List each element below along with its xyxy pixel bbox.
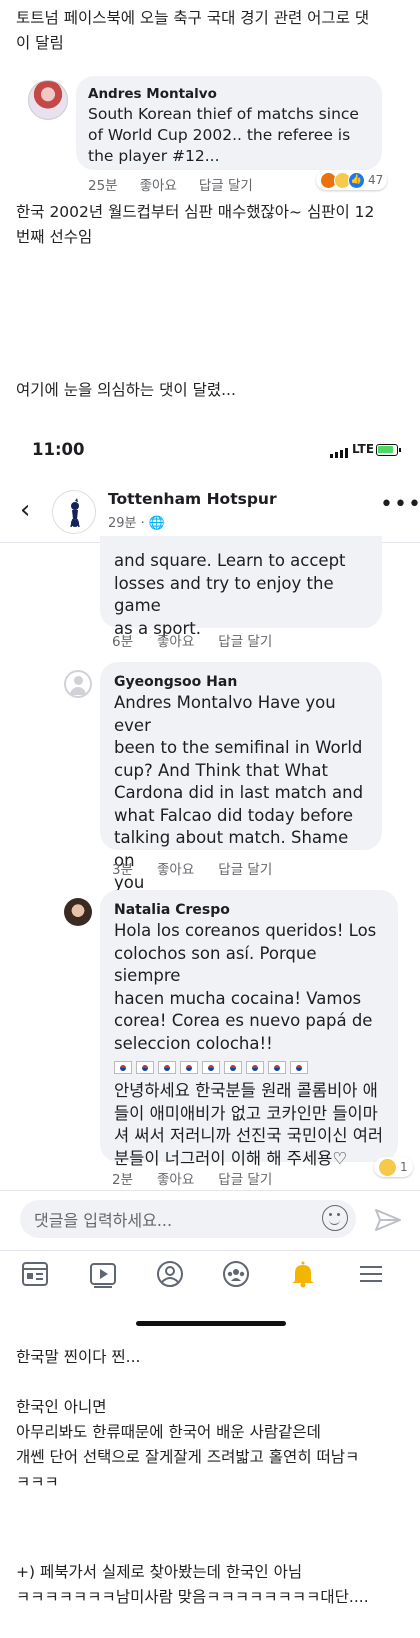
like-link[interactable]: 좋아요 bbox=[140, 174, 177, 194]
korea-flag-icon bbox=[158, 1061, 176, 1074]
comment-input[interactable]: 댓글을 입력하세요... bbox=[20, 1200, 356, 1238]
reaction-count: 47 bbox=[368, 173, 384, 187]
comment-bubble: Andres Montalvo South Korean thief of ma… bbox=[76, 76, 382, 170]
comment-meta: 6분 좋아요 답글 달기 bbox=[112, 630, 272, 650]
reaction-summary[interactable]: 1 bbox=[374, 1157, 413, 1177]
avatar[interactable] bbox=[64, 898, 92, 926]
comment-meta: 2분 좋아요 답글 달기 bbox=[112, 1168, 272, 1188]
like-reaction-icon: 👍 bbox=[348, 171, 365, 189]
korea-flag-icon bbox=[290, 1061, 308, 1074]
avatar[interactable] bbox=[64, 670, 92, 698]
clock: 11:00 bbox=[32, 440, 85, 459]
tab-bar bbox=[0, 1250, 420, 1298]
reaction-count: 1 bbox=[400, 1160, 408, 1174]
network-label: LTE bbox=[352, 442, 375, 456]
emoji-icon[interactable] bbox=[322, 1205, 348, 1231]
post-outro-2: 한국인 아니면 아무리봐도 한류때문에 한국어 배운 사람같은데 개쎈 단어 선… bbox=[16, 1398, 360, 1491]
avatar[interactable] bbox=[28, 80, 68, 120]
comment-bubble: Natalia Crespo Hola los coreanos querido… bbox=[100, 890, 398, 1168]
back-arrow-icon[interactable]: ‹ bbox=[20, 497, 30, 523]
commenter-name[interactable]: Gyeongsoo Han bbox=[114, 672, 368, 692]
post-doubt: 여기에 눈을 의심하는 댓이 달렸... bbox=[16, 381, 236, 399]
news-feed-icon[interactable] bbox=[20, 1259, 50, 1289]
comment-body: Hola los coreanos queridos! Los colochos… bbox=[114, 921, 377, 1053]
notifications-icon[interactable] bbox=[288, 1259, 318, 1289]
comment-time: 6분 bbox=[112, 634, 134, 650]
reaction-summary[interactable]: 👍 47 bbox=[316, 170, 388, 190]
groups-icon[interactable] bbox=[221, 1259, 251, 1289]
divider bbox=[0, 1190, 420, 1191]
korea-flag-icon bbox=[114, 1061, 132, 1074]
comment-body: and square. Learn to accept losses and t… bbox=[114, 551, 346, 638]
korea-flag-icon bbox=[268, 1061, 286, 1074]
menu-icon[interactable] bbox=[356, 1259, 386, 1289]
commenter-name[interactable]: Natalia Crespo bbox=[114, 900, 384, 920]
reply-link[interactable]: 답글 달기 bbox=[218, 1168, 272, 1188]
status-bar: 11:00 LTE bbox=[0, 440, 420, 470]
comment-bubble: Gyeongsoo Han Andres Montalvo Have you e… bbox=[100, 662, 382, 892]
battery-icon bbox=[376, 444, 401, 456]
post-intro: 토트넘 페이스북에 오늘 축구 국대 경기 관련 어그로 댓 이 달림 bbox=[16, 9, 370, 52]
page-header: ‹ Tottenham Hotspur 29분 · 🌐 ••• bbox=[0, 478, 420, 542]
comment-time: 3분 bbox=[112, 862, 134, 878]
korea-flag-icon bbox=[246, 1061, 264, 1074]
haha-reaction-icon bbox=[379, 1158, 396, 1176]
comment-meta: 25분 좋아요 답글 달기 bbox=[88, 174, 253, 194]
korea-flag-icon bbox=[224, 1061, 242, 1074]
reply-link[interactable]: 답글 달기 bbox=[218, 858, 272, 878]
more-options-icon[interactable]: ••• bbox=[380, 492, 420, 517]
page-avatar[interactable] bbox=[52, 490, 96, 534]
commenter-name[interactable]: Andres Montalvo bbox=[88, 86, 370, 102]
reply-link[interactable]: 답글 달기 bbox=[218, 630, 272, 650]
korea-flag-icon bbox=[180, 1061, 198, 1074]
comment-meta: 3분 좋아요 답글 달기 bbox=[112, 858, 272, 878]
flag-row bbox=[114, 1057, 384, 1076]
korea-flag-icon bbox=[136, 1061, 154, 1074]
like-link[interactable]: 좋아요 bbox=[157, 1168, 194, 1188]
post-time: 29분 · 🌐 bbox=[108, 516, 166, 531]
profile-icon[interactable] bbox=[155, 1259, 185, 1289]
watch-icon[interactable] bbox=[88, 1259, 118, 1289]
post-outro-1: 한국말 찐이다 찐... bbox=[16, 1348, 141, 1366]
page-name[interactable]: Tottenham Hotspur bbox=[108, 490, 277, 508]
cockerel-logo-icon bbox=[70, 498, 80, 528]
comment-body-korean: 안녕하세요 한국분들 원래 콜롬비아 애 들이 애미애비가 없고 코카인만 들이… bbox=[114, 1081, 384, 1168]
comment-input-placeholder: 댓글을 입력하세요... bbox=[34, 1211, 173, 1230]
comment-time: 2분 bbox=[112, 1172, 134, 1188]
like-link[interactable]: 좋아요 bbox=[157, 630, 194, 650]
korea-flag-icon bbox=[202, 1061, 220, 1074]
signal-icon bbox=[330, 446, 348, 458]
comment-time: 25분 bbox=[88, 178, 118, 194]
comment-bubble: and square. Learn to accept losses and t… bbox=[100, 536, 382, 638]
reply-link[interactable]: 답글 달기 bbox=[199, 174, 253, 194]
send-icon[interactable] bbox=[374, 1208, 402, 1232]
like-link[interactable]: 좋아요 bbox=[157, 858, 194, 878]
comment-body: South Korean thief of matchs since of Wo… bbox=[88, 105, 359, 165]
post-outro-3: +) 페북가서 실제로 찾아봤는데 한국인 아님 ㅋㅋㅋㅋㅋㅋㅋ남미사람 맞음ㅋ… bbox=[16, 1563, 369, 1606]
home-indicator bbox=[136, 1321, 286, 1326]
post-translation: 한국 2002년 월드컵부터 심판 매수했잖아~ 심판이 12 번째 선수임 bbox=[16, 203, 375, 246]
